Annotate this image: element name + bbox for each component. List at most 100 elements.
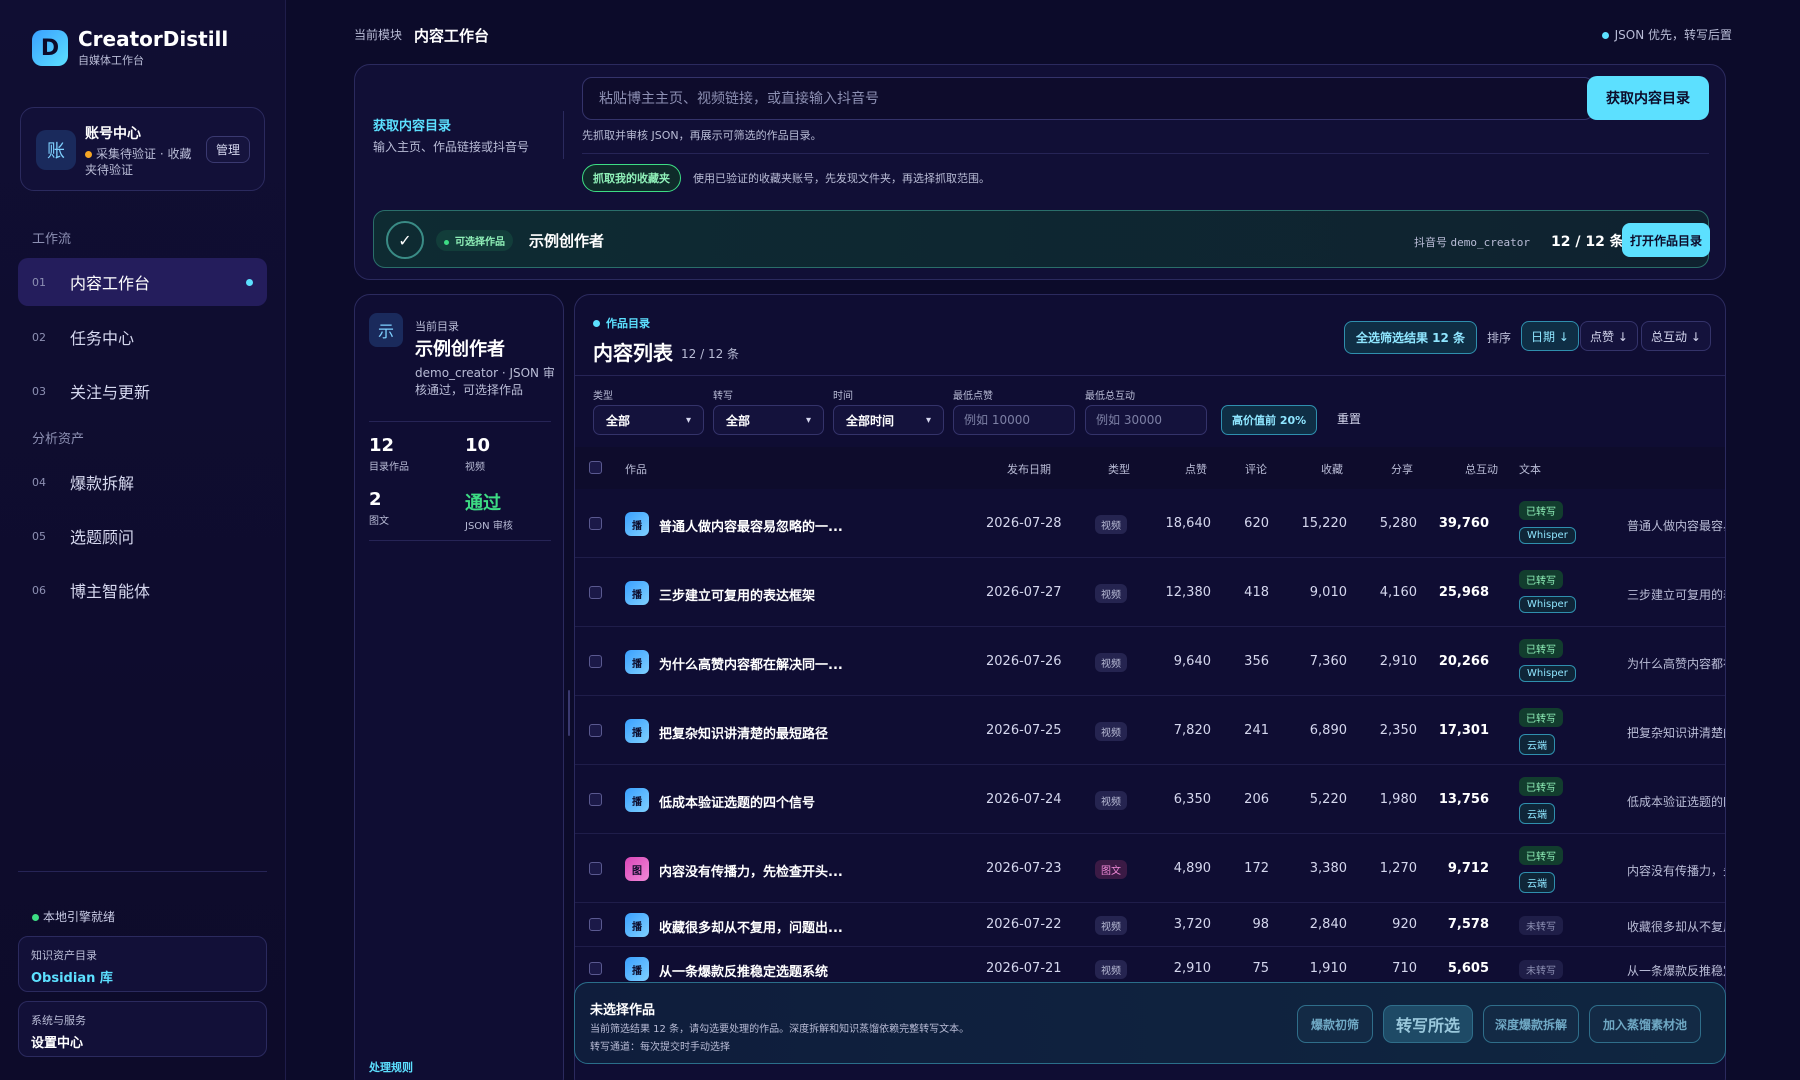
table-row[interactable]: 播 把复杂知识讲清楚的最短路径 2026-07-25 视频 7,820 241 …	[575, 696, 1725, 765]
list-title: 内容列表	[593, 341, 673, 365]
row-checkbox[interactable]	[589, 517, 602, 530]
fetch-url-input[interactable]	[582, 77, 1594, 120]
status-dot-icon	[85, 151, 92, 158]
nav-item-breakdown[interactable]: 04 爆款拆解	[18, 458, 267, 506]
stat-label: 视频	[465, 462, 485, 473]
add-to-distill-pool-button[interactable]: 加入蒸馏素材池	[1589, 1005, 1701, 1043]
transcribed-badge: 已转写	[1519, 570, 1563, 589]
row-total: 9,712	[1447, 861, 1489, 876]
fetch-favorites-button[interactable]: 抓取我的收藏夹	[582, 164, 681, 192]
directory-divider	[369, 421, 551, 422]
nav-item-creator-agent[interactable]: 06 博主智能体	[18, 566, 267, 614]
sort-likes-button[interactable]: 点赞 ↓	[1580, 321, 1638, 351]
directory-divider	[369, 540, 551, 541]
row-checkbox[interactable]	[589, 655, 602, 668]
nav-label: 选题顾问	[70, 528, 135, 547]
fetch-directory-button[interactable]: 获取内容目录	[1587, 76, 1709, 120]
table-row[interactable]: 播 普通人做内容最容易忽略的一... 2026-07-28 视频 18,640 …	[575, 489, 1725, 558]
table-row[interactable]: 播 低成本验证选题的四个信号 2026-07-24 视频 6,350 206 5…	[575, 765, 1725, 834]
row-title: 三步建立可复用的表达框架	[659, 589, 816, 604]
nav-item-follow[interactable]: 03 关注与更新	[18, 367, 267, 415]
table-row[interactable]: 图 内容没有传播力，先检查开头... 2026-07-23 图文 4,890 1…	[575, 834, 1725, 903]
directory-meta: demo_creator · JSON 审核通过，可选择作品	[415, 366, 555, 397]
deep-breakdown-button[interactable]: 深度爆款拆解	[1483, 1005, 1579, 1043]
filter-time-select[interactable]: 全部时间 ▾	[833, 405, 944, 435]
row-likes: 2,910	[1173, 961, 1211, 976]
creator-name: 示例创作者	[529, 232, 605, 250]
select-all-checkbox[interactable]	[589, 461, 602, 474]
breadcrumb: 当前模块	[354, 28, 403, 42]
row-likes: 9,640	[1173, 654, 1211, 669]
engine-status: 本地引擎就绪	[32, 908, 115, 925]
row-date: 2026-07-28	[986, 516, 1062, 531]
processing-rules-link[interactable]: 处理规则	[369, 1059, 413, 1075]
nav-item-tasks[interactable]: 02 任务中心	[18, 313, 267, 361]
table-row[interactable]: 播 三步建立可复用的表达框架 2026-07-27 视频 12,380 418 …	[575, 558, 1725, 627]
transcribed-badge: 已转写	[1519, 501, 1563, 520]
row-type: 视频	[1095, 916, 1127, 935]
row-favorites: 1,910	[1309, 961, 1347, 976]
filter-min-interaction-input[interactable]	[1085, 405, 1207, 435]
row-title: 低成本验证选题的四个信号	[659, 796, 816, 811]
active-dot-icon	[246, 279, 253, 286]
top-20-filter-button[interactable]: 高价值前 20%	[1221, 405, 1318, 435]
row-checkbox[interactable]	[589, 862, 602, 875]
system-card[interactable]: 系统与服务 设置中心	[18, 1001, 267, 1057]
open-directory-button[interactable]: 打开作品目录	[1622, 223, 1710, 257]
row-likes: 3,720	[1173, 917, 1211, 932]
stat-videos: 10 视频	[465, 435, 490, 473]
nav-item-topic-advisor[interactable]: 05 选题顾问	[18, 512, 267, 560]
row-favorites: 2,840	[1309, 917, 1347, 932]
stat-value: 2	[369, 489, 382, 510]
resize-handle[interactable]	[568, 690, 570, 736]
row-comments: 241	[1244, 723, 1269, 738]
nav-item-workbench[interactable]: 01 内容工作台	[18, 258, 267, 306]
row-checkbox[interactable]	[589, 586, 602, 599]
knowledge-value: Obsidian 库	[31, 971, 113, 986]
account-card[interactable]: 账 账号中心 采集待验证 · 收藏夹待验证 管理	[20, 107, 265, 191]
video-icon: 播	[625, 650, 649, 674]
row-checkbox[interactable]	[589, 962, 602, 975]
row-date: 2026-07-24	[986, 792, 1062, 807]
row-checkbox[interactable]	[589, 793, 602, 806]
douyin-id: 抖音号 demo_creator	[1414, 236, 1530, 249]
brand[interactable]: D CreatorDistill 自媒体工作台	[32, 28, 228, 68]
row-checkbox[interactable]	[589, 724, 602, 737]
table-row[interactable]: 播 收藏很多却从不复用，问题出... 2026-07-22 视频 3,720 9…	[575, 903, 1725, 947]
row-likes: 18,640	[1165, 516, 1212, 531]
viral-screen-button[interactable]: 爆款初筛	[1297, 1005, 1373, 1043]
row-total: 25,968	[1438, 585, 1489, 600]
row-date: 2026-07-27	[986, 585, 1062, 600]
table-header: 作品 发布日期 类型 点赞 评论 收藏 分享 总互动 文本	[575, 447, 1725, 489]
row-shares: 710	[1392, 961, 1417, 976]
system-title: 系统与服务	[31, 1014, 86, 1027]
sidebar: D CreatorDistill 自媒体工作台 账 账号中心 采集待验证 · 收…	[0, 0, 286, 1080]
nav-num: 05	[32, 529, 46, 543]
filter-type-label: 类型	[593, 391, 613, 402]
directory-panel: 示 当前目录 示例创作者 demo_creator · JSON 审核通过，可选…	[354, 294, 564, 1080]
badge-dot-icon	[444, 239, 449, 245]
filter-transcript-select[interactable]: 全部 ▾	[713, 405, 824, 435]
row-type: 视频	[1095, 791, 1127, 810]
knowledge-card[interactable]: 知识资产目录 Obsidian 库	[18, 936, 267, 992]
account-avatar: 账	[36, 130, 76, 170]
reset-filters-button[interactable]: 重置	[1337, 410, 1361, 427]
account-manage-button[interactable]: 管理	[205, 136, 250, 163]
mode-indicator: JSON 优先，转写后置	[1601, 26, 1732, 43]
sort-date-button[interactable]: 日期 ↓	[1521, 321, 1579, 351]
nav-group-workflow: 工作流	[32, 232, 72, 247]
row-favorites: 15,220	[1301, 516, 1348, 531]
stat-label: JSON 审核	[465, 521, 513, 532]
stat-label: 图文	[369, 516, 389, 527]
transcribe-selected-button[interactable]: 转写所选	[1383, 1005, 1473, 1043]
select-all-button[interactable]: 全选筛选结果 12 条	[1344, 321, 1478, 354]
sort-total-button[interactable]: 总互动 ↓	[1641, 321, 1711, 351]
row-comments: 75	[1252, 961, 1269, 976]
table-row[interactable]: 播 为什么高赞内容都在解决同一... 2026-07-26 视频 9,640 3…	[575, 627, 1725, 696]
filter-type-select[interactable]: 全部 ▾	[593, 405, 704, 435]
fetch-hint: 先抓取并审核 JSON，再展示可筛选的作品目录。	[582, 129, 822, 142]
filter-min-likes-input[interactable]	[953, 405, 1075, 435]
fetch-label-sub: 输入主页、作品链接或抖音号	[373, 140, 530, 154]
nav-group-analysis: 分析资产	[32, 432, 85, 447]
row-checkbox[interactable]	[589, 918, 602, 931]
